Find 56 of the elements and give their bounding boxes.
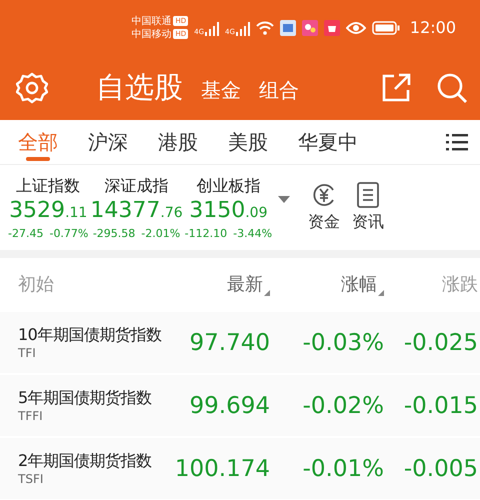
search-icon[interactable] — [436, 72, 468, 104]
shortcut-button[interactable]: 资金 — [308, 182, 340, 233]
index-percent: -0.77% — [49, 226, 88, 240]
clock-time: 12:00 — [410, 18, 456, 37]
market-tab[interactable]: 美股 — [228, 120, 268, 164]
index-value: 14377.76 — [90, 196, 183, 224]
price-cell-text: 100.174 — [174, 456, 270, 482]
index-percent: -3.44% — [233, 226, 272, 240]
instrument-name: 5年期国债期货指数 — [18, 388, 153, 409]
change-cell-text: -0.005 — [402, 456, 478, 482]
index-change: -112.10 — [184, 226, 228, 240]
price-cell-text: 99.694 — [188, 392, 270, 418]
column-header: 涨跌 — [442, 273, 478, 296]
index-name: 创业板指 — [196, 176, 260, 196]
signal-icon — [205, 22, 219, 36]
share-icon[interactable] — [380, 72, 412, 104]
market-tab[interactable]: 沪深 — [88, 120, 128, 164]
app-icon — [324, 20, 340, 36]
column-header: 初始 — [18, 273, 54, 296]
change-cell-text: -0.025 — [402, 330, 478, 356]
sort-icon[interactable] — [264, 290, 270, 296]
carrier-name: 中国移动 — [131, 28, 172, 40]
instrument-code: TSFI — [18, 472, 44, 486]
column-header[interactable]: 最新 — [227, 272, 263, 296]
index-value: 3150.09 — [189, 196, 268, 224]
carrier-name: 中国联通 — [131, 14, 172, 28]
menu-icon[interactable] — [446, 133, 468, 151]
price-cell-text: 97.740 — [188, 330, 270, 356]
sort-icon[interactable] — [378, 290, 384, 296]
battery-icon — [372, 20, 400, 34]
index-change: -27.45 — [8, 226, 44, 240]
wifi-icon — [256, 20, 274, 34]
app-icon — [302, 20, 318, 36]
market-tab[interactable]: 华夏中 — [298, 120, 358, 164]
percent-cell-text: -0.01% — [302, 456, 384, 482]
shortcut-button[interactable]: 资讯 — [352, 182, 384, 233]
instrument-code: TFFI — [18, 409, 44, 423]
signal-icon — [236, 22, 250, 36]
caret-icon[interactable] — [278, 196, 290, 203]
instrument-name: 2年期国债期货指数 — [18, 451, 153, 472]
change-cell-text: -0.015 — [402, 392, 478, 418]
instrument-name: 10年期国债期货指数 — [18, 325, 162, 346]
settings-icon[interactable] — [16, 72, 48, 104]
index-name: 上证指数 — [16, 176, 80, 196]
percent-cell-text: -0.03% — [302, 330, 384, 356]
instrument-code: TFI — [18, 346, 37, 360]
app-icon — [280, 20, 296, 36]
eye-icon — [346, 20, 366, 34]
index-percent: -2.01% — [141, 226, 180, 240]
index-name: 深证成指 — [104, 176, 169, 196]
index-change: -295.58 — [92, 226, 136, 240]
index-value: 3529.11 — [9, 196, 88, 224]
market-tab[interactable]: 港股 — [158, 120, 198, 164]
percent-cell-text: -0.02% — [302, 392, 384, 418]
column-header[interactable]: 涨幅 — [341, 272, 377, 296]
document-icon — [356, 182, 380, 208]
